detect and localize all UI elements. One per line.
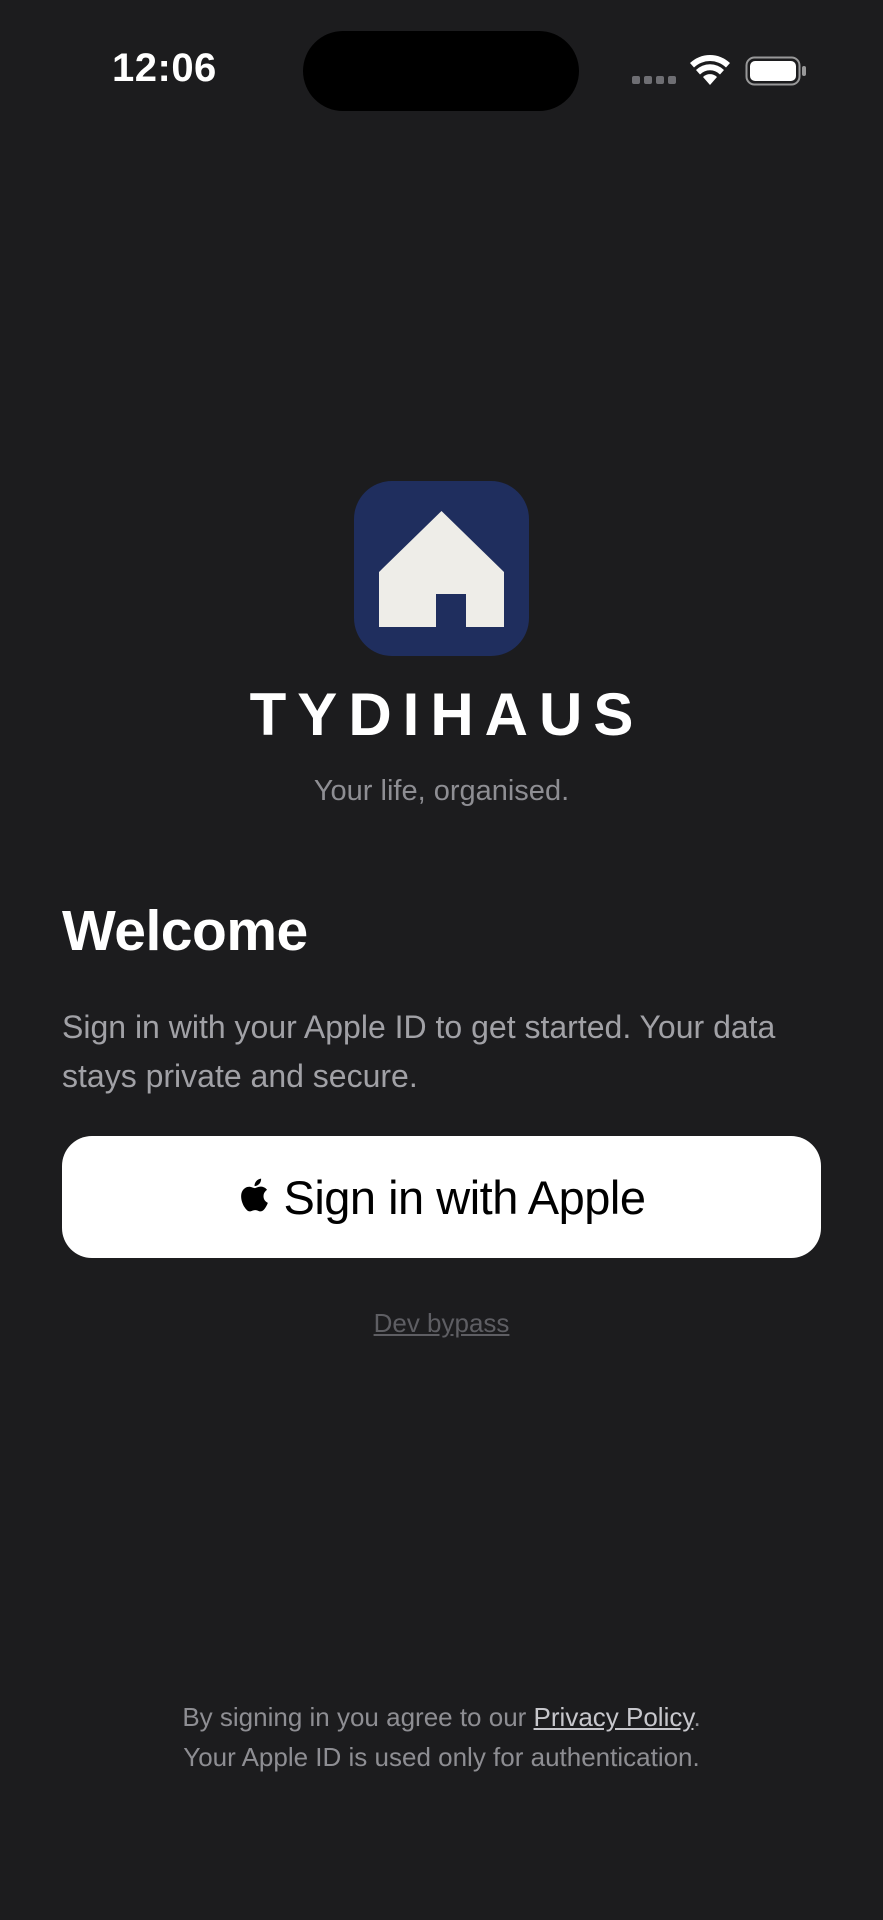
footer-prefix: By signing in you agree to our [182,1702,534,1732]
dynamic-island [303,31,579,111]
wifi-icon [690,55,730,85]
battery-icon [745,56,806,86]
brand-name: TYDIHAUS [249,681,645,748]
footer-line-2: Your Apple ID is used only for authentic… [183,1742,700,1772]
signal-icon [632,76,676,86]
footer-line-1: By signing in you agree to our Privacy P… [0,1697,883,1737]
welcome-title: Welcome [62,899,308,963]
footer-suffix: . [693,1702,701,1732]
dev-bypass-link[interactable]: Dev bypass [0,1308,883,1339]
status-bar: 12:06 [0,0,883,140]
status-time: 12:06 [112,46,217,90]
app-logo [354,481,529,656]
house-icon [379,511,504,627]
welcome-body: Sign in with your Apple ID to get starte… [62,1009,776,1094]
sign-in-label: Sign in with Apple [283,1170,646,1224]
tagline: Your life, organised. [313,775,570,807]
apple-icon [241,1178,269,1212]
footer-legal: By signing in you agree to our Privacy P… [0,1697,883,1777]
sign-in-with-apple-button[interactable]: Sign in with Apple [62,1136,821,1258]
privacy-policy-link[interactable]: Privacy Policy [534,1702,694,1732]
